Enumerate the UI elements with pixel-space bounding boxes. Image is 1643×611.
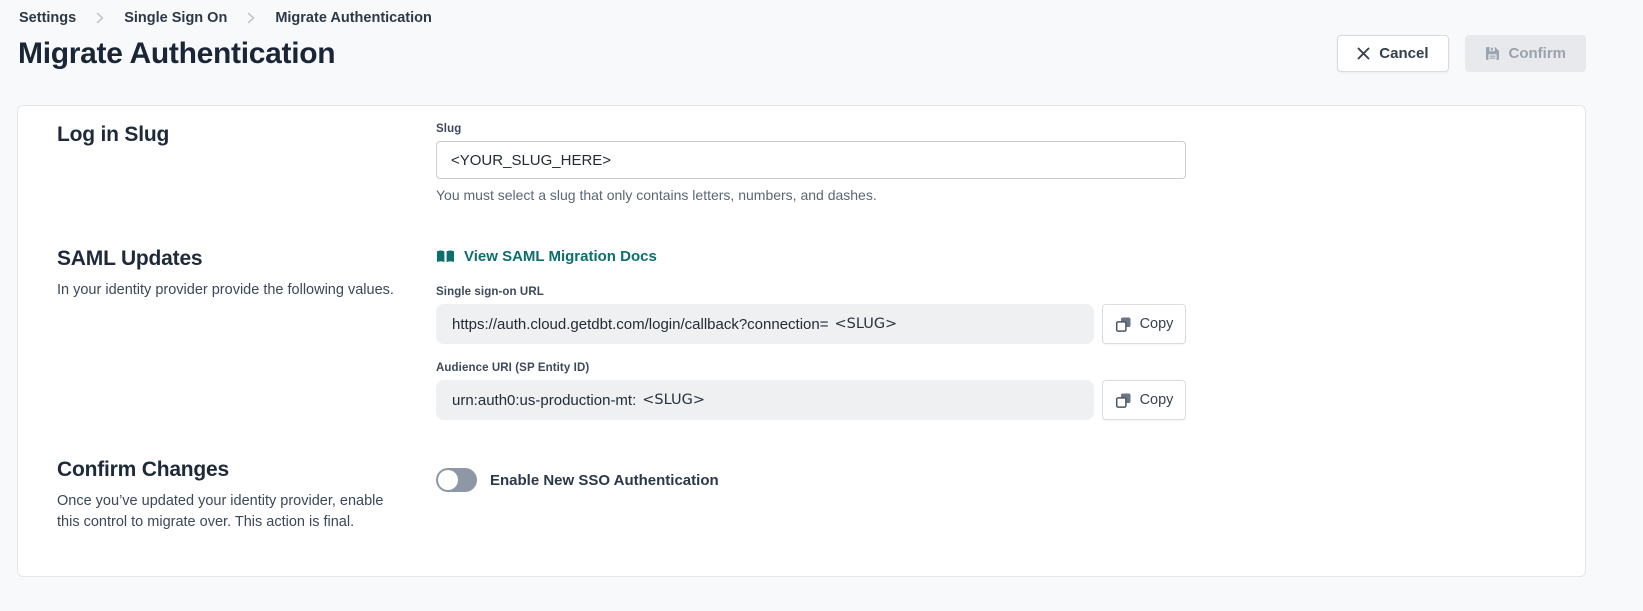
breadcrumb-item-current: Migrate Authentication xyxy=(275,10,432,26)
confirm-button[interactable]: Confirm xyxy=(1465,35,1587,72)
cancel-button[interactable]: Cancel xyxy=(1337,35,1448,72)
slug-field-label: Slug xyxy=(436,123,1186,135)
copy-icon xyxy=(1115,392,1132,409)
book-icon xyxy=(436,249,455,264)
breadcrumb: Settings Single Sign On Migrate Authenti… xyxy=(17,10,1586,26)
chevron-right-icon xyxy=(96,12,104,24)
audience-uri-slug-token: <SLUG> xyxy=(642,392,705,408)
cancel-button-label: Cancel xyxy=(1379,45,1428,62)
sso-url-value: https://auth.cloud.getdbt.com/login/call… xyxy=(436,304,1094,344)
section-confirm-changes: Confirm Changes Once you’ve updated your… xyxy=(57,458,1545,532)
save-icon xyxy=(1485,46,1500,61)
login-slug-heading: Log in Slug xyxy=(57,123,436,147)
enable-sso-toggle-label: Enable New SSO Authentication xyxy=(490,472,719,489)
confirm-button-label: Confirm xyxy=(1509,45,1567,62)
confirm-changes-description: Once you’ve updated your identity provid… xyxy=(57,491,402,532)
page-header: Migrate Authentication Cancel xyxy=(17,35,1586,72)
slug-help-text: You must select a slug that only contain… xyxy=(436,187,1186,203)
copy-button-label: Copy xyxy=(1140,392,1174,408)
sso-url-label: Single sign-on URL xyxy=(436,286,1186,298)
confirm-changes-heading: Confirm Changes xyxy=(57,458,436,482)
chevron-right-icon xyxy=(247,12,255,24)
page-title: Migrate Authentication xyxy=(17,37,335,71)
audience-uri-field-group: Audience URI (SP Entity ID) urn:auth0:us… xyxy=(436,362,1186,420)
migrate-authentication-page: Settings Single Sign On Migrate Authenti… xyxy=(0,0,1643,577)
slug-input[interactable] xyxy=(436,141,1186,179)
docs-link-label: View SAML Migration Docs xyxy=(464,248,657,265)
enable-sso-toggle[interactable] xyxy=(436,468,477,492)
audience-uri-label: Audience URI (SP Entity ID) xyxy=(436,362,1186,374)
copy-button-label: Copy xyxy=(1140,316,1174,332)
copy-sso-url-button[interactable]: Copy xyxy=(1102,304,1186,344)
view-saml-migration-docs-link[interactable]: View SAML Migration Docs xyxy=(436,248,657,265)
migrate-authentication-card: Log in Slug Slug You must select a slug … xyxy=(17,105,1586,577)
breadcrumb-item-single-sign-on[interactable]: Single Sign On xyxy=(124,10,227,26)
audience-uri-value: urn:auth0:us-production-mt: <SLUG> xyxy=(436,380,1094,420)
sso-url-field-group: Single sign-on URL https://auth.cloud.ge… xyxy=(436,286,1186,344)
saml-updates-description: In your identity provider provide the fo… xyxy=(57,280,402,301)
header-actions: Cancel Confirm xyxy=(1337,35,1586,72)
section-login-slug: Log in Slug Slug You must select a slug … xyxy=(57,123,1545,203)
audience-uri-prefix: urn:auth0:us-production-mt: xyxy=(452,392,636,409)
saml-updates-heading: SAML Updates xyxy=(57,247,436,271)
sso-url-prefix: https://auth.cloud.getdbt.com/login/call… xyxy=(452,316,829,333)
section-saml-updates: SAML Updates In your identity provider p… xyxy=(57,247,1545,420)
copy-icon xyxy=(1115,316,1132,333)
enable-sso-toggle-row: Enable New SSO Authentication xyxy=(436,468,1186,492)
close-icon xyxy=(1357,47,1370,60)
toggle-knob xyxy=(438,470,458,490)
sso-url-slug-token: <SLUG> xyxy=(835,316,898,332)
copy-audience-uri-button[interactable]: Copy xyxy=(1102,380,1186,420)
breadcrumb-item-settings[interactable]: Settings xyxy=(19,10,76,26)
